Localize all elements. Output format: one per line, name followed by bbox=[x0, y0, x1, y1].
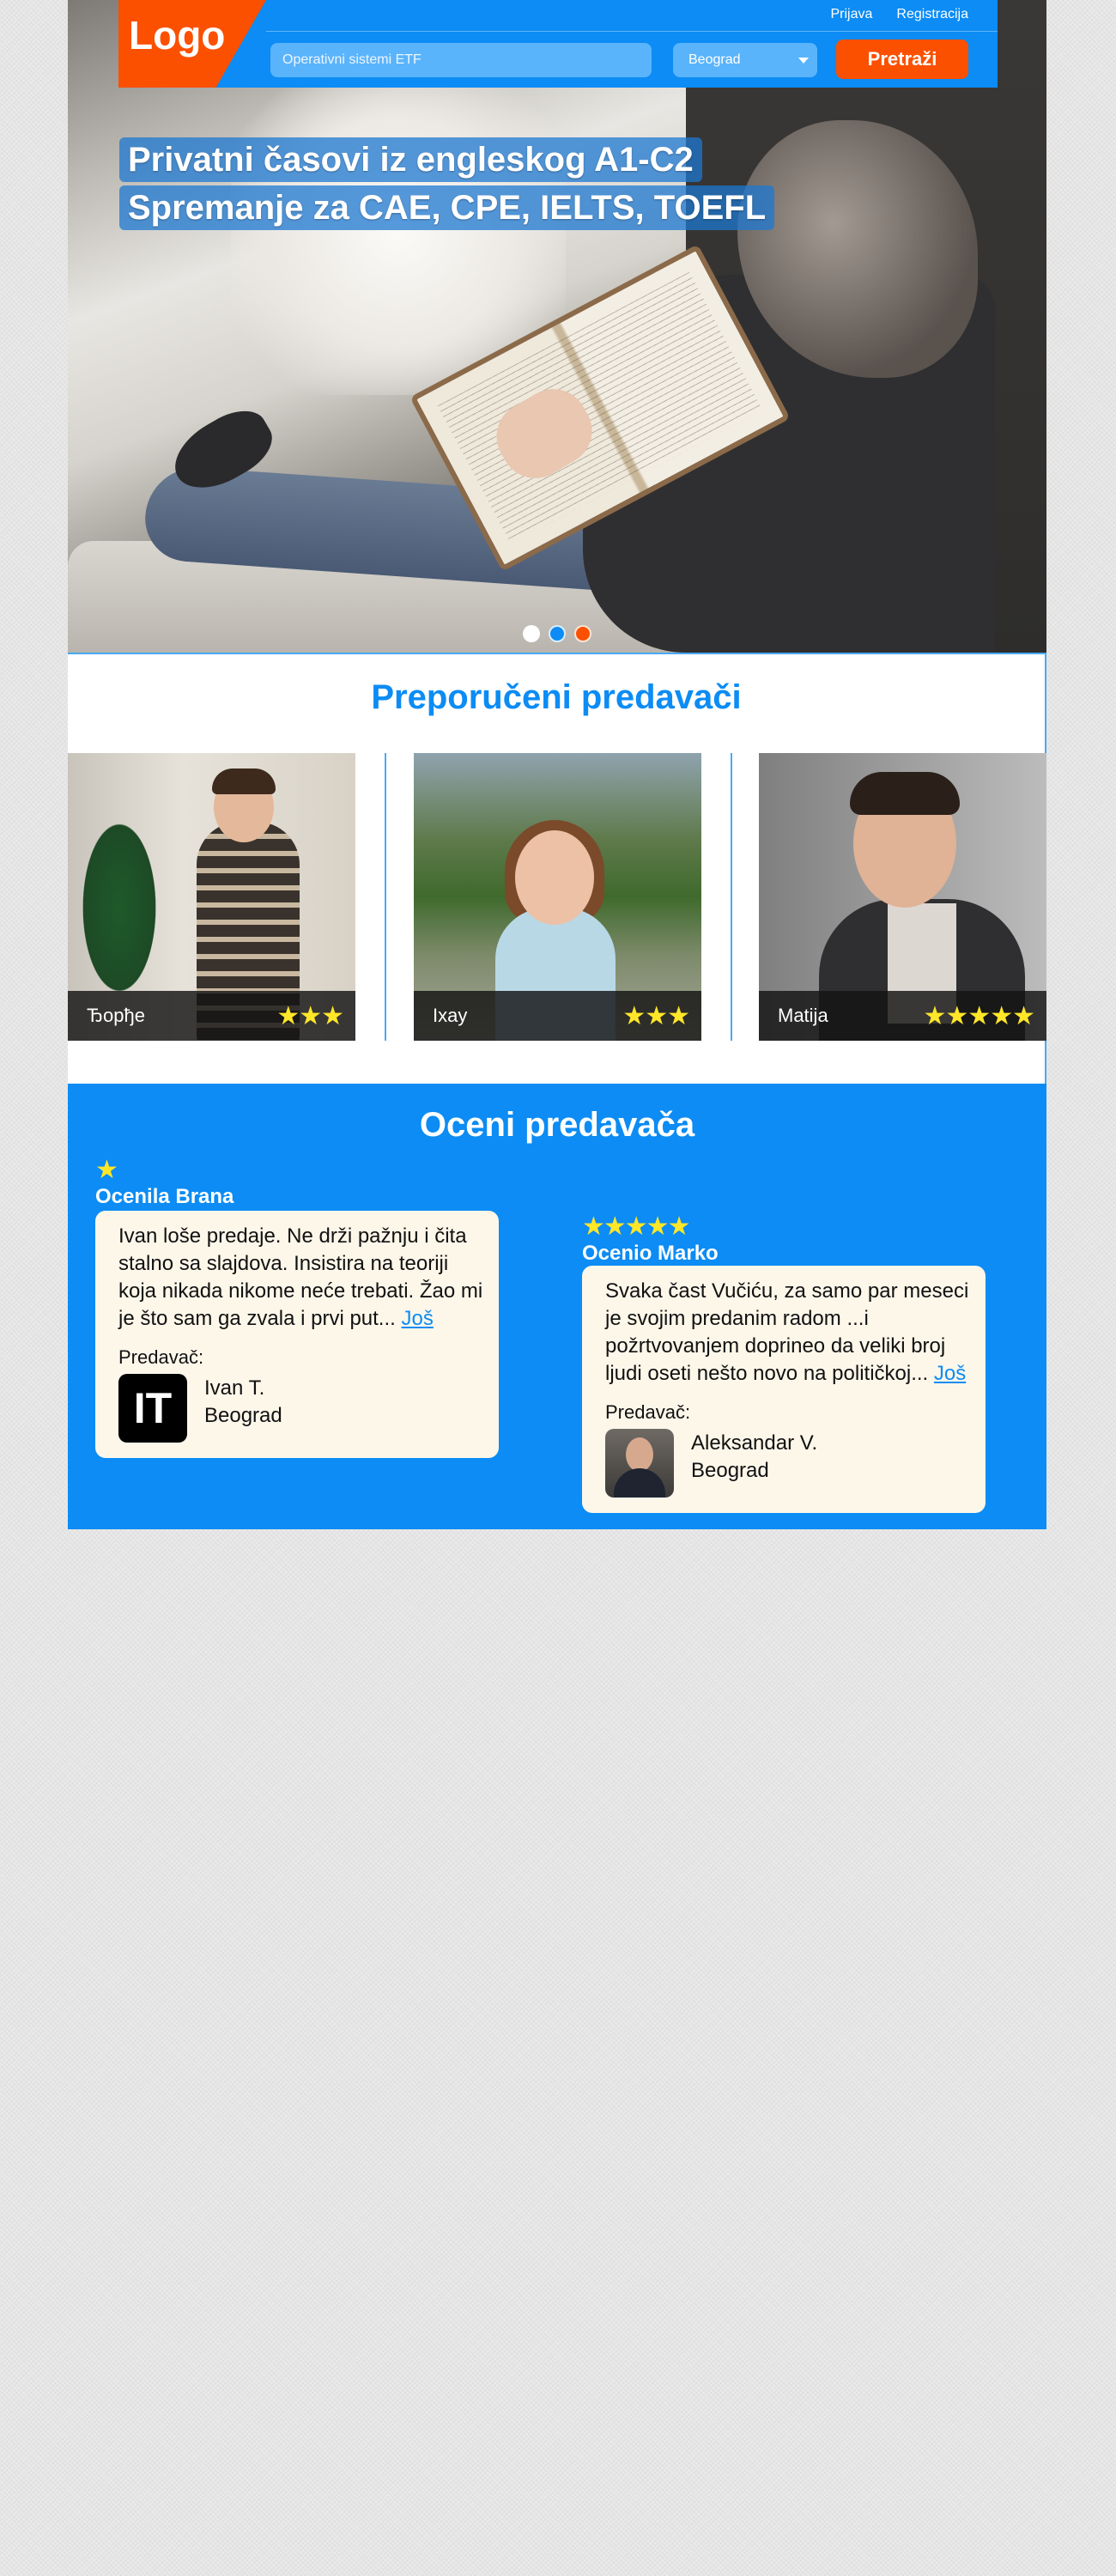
review-teacher-name: Aleksandar V. bbox=[691, 1431, 818, 1455]
auth-links: Prijava Registracija bbox=[831, 7, 969, 22]
review-author: Ocenio Marko bbox=[582, 1242, 719, 1265]
recommended-title: Preporučeni predavači bbox=[371, 678, 742, 716]
city-select[interactable]: Beograd bbox=[673, 43, 817, 77]
review-card: Ivan loše predaje. Ne drži pažnju i čita… bbox=[95, 1211, 499, 1458]
teacher-name: Ixay bbox=[433, 1005, 468, 1026]
search-button[interactable]: Pretraži bbox=[836, 39, 968, 79]
review-card: Svaka čast Vučiću, za samo par meseci je… bbox=[582, 1266, 986, 1513]
teacher-label: Predavač: bbox=[118, 1346, 204, 1368]
reviews-title: Oceni predavača bbox=[419, 1106, 695, 1144]
slider-dot-2[interactable] bbox=[549, 625, 566, 642]
logo[interactable]: Logo bbox=[118, 0, 266, 88]
recommended-teachers: Preporučeni predavači Ђорђе ★★★ Ixay ★★★… bbox=[68, 653, 1046, 1084]
review-1: ★ Ocenila Brana Ivan loše predaje. Ne dr… bbox=[95, 1156, 499, 1458]
hero-headline-line-2: Spremanje za CAE, CPE, IELTS, TOEFL bbox=[119, 185, 775, 230]
login-link[interactable]: Prijava bbox=[831, 7, 873, 22]
avatar: IT bbox=[118, 1374, 187, 1443]
search-input[interactable] bbox=[270, 43, 652, 77]
teacher-caption: Matija ★★★★★ bbox=[759, 991, 1046, 1041]
teacher-name: Ђорђе bbox=[87, 1005, 145, 1026]
card-divider bbox=[385, 753, 386, 1041]
avatar bbox=[605, 1429, 674, 1498]
slider-dot-1[interactable] bbox=[523, 625, 540, 642]
read-more-link[interactable]: Još bbox=[401, 1307, 433, 1330]
teacher-card-3[interactable]: Matija ★★★★★ bbox=[759, 753, 1046, 1041]
slider-dots bbox=[523, 625, 591, 642]
teacher-reviews: Oceni predavača ★ Ocenila Brana Ivan loš… bbox=[68, 1084, 1046, 1529]
review-teacher-city: Beograd bbox=[691, 1459, 769, 1482]
teacher-card-2[interactable]: Ixay ★★★ bbox=[414, 753, 701, 1041]
slider-dot-3[interactable] bbox=[574, 625, 591, 642]
logo-text: Logo bbox=[129, 13, 226, 58]
avatar-body bbox=[614, 1468, 665, 1498]
teacher-photo-hair bbox=[850, 772, 960, 815]
teacher-photo-hair bbox=[212, 769, 276, 794]
teacher-cards: Ђорђе ★★★ Ixay ★★★ Matija ★★★★★ bbox=[68, 753, 1046, 1041]
review-author: Ocenila Brana bbox=[95, 1185, 234, 1208]
star-rating-icon: ★★★★★ bbox=[923, 1002, 1035, 1030]
teacher-card-1[interactable]: Ђорђе ★★★ bbox=[68, 753, 355, 1041]
teacher-name: Matija bbox=[778, 1005, 828, 1026]
teacher-label: Predavač: bbox=[605, 1401, 691, 1423]
register-link[interactable]: Registracija bbox=[896, 7, 968, 22]
chevron-down-icon bbox=[798, 58, 809, 64]
teacher-caption: Ixay ★★★ bbox=[414, 991, 701, 1041]
review-teacher-name: Ivan T. bbox=[204, 1376, 265, 1400]
review-text-body: Svaka čast Vučiću, za samo par meseci je… bbox=[605, 1279, 969, 1385]
review-2: ★★★★★ Ocenio Marko Svaka čast Vučiću, za… bbox=[582, 1212, 986, 1513]
avatar-head bbox=[626, 1437, 653, 1472]
star-rating-icon: ★★★★★ bbox=[582, 1212, 690, 1241]
review-teacher[interactable]: IT Ivan T. Beograd bbox=[118, 1374, 485, 1443]
city-select-value: Beograd bbox=[688, 52, 741, 67]
star-rating-icon: ★★★ bbox=[276, 1002, 344, 1030]
review-teacher-city: Beograd bbox=[204, 1404, 282, 1427]
read-more-link[interactable]: Još bbox=[934, 1362, 966, 1385]
hero-headline-line-1: Privatni časovi iz engleskog A1-C2 bbox=[119, 137, 702, 182]
review-text: Svaka čast Vučiću, za samo par meseci je… bbox=[605, 1278, 972, 1388]
star-rating-icon: ★ bbox=[95, 1156, 118, 1184]
review-teacher[interactable]: Aleksandar V. Beograd bbox=[605, 1429, 972, 1498]
card-divider bbox=[731, 753, 732, 1041]
header-divider bbox=[266, 31, 998, 32]
site-header: Logo Prijava Registracija Beograd Pretra… bbox=[118, 0, 998, 88]
page: Privatni časovi iz engleskog A1-C2 Sprem… bbox=[68, 0, 1046, 1529]
review-text: Ivan loše predaje. Ne drži pažnju i čita… bbox=[118, 1223, 485, 1333]
teacher-photo-head bbox=[515, 830, 594, 925]
hero-slider: Privatni časovi iz engleskog A1-C2 Sprem… bbox=[68, 0, 1046, 653]
teacher-caption: Ђорђе ★★★ bbox=[68, 991, 355, 1041]
star-rating-icon: ★★★ bbox=[622, 1002, 690, 1030]
hero-headline: Privatni časovi iz engleskog A1-C2 Sprem… bbox=[119, 137, 775, 234]
